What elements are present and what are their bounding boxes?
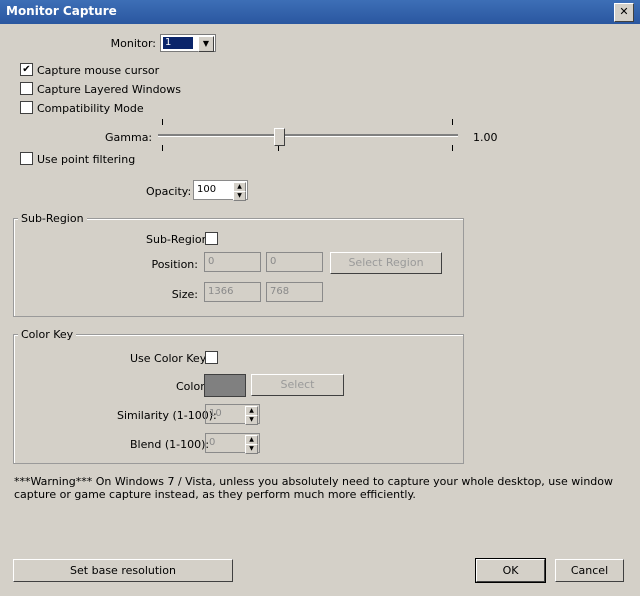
gamma-slider-track[interactable]	[158, 134, 458, 137]
slider-tick	[452, 119, 453, 125]
position-x-field[interactable]: 0	[204, 252, 261, 272]
sub-region-checkbox[interactable]	[205, 232, 218, 245]
select-region-button[interactable]: Select Region	[330, 252, 442, 274]
opacity-label: Opacity:	[146, 185, 192, 198]
close-icon: ✕	[619, 5, 629, 18]
blend-label: Blend (1-100):	[130, 438, 210, 451]
spin-down-icon[interactable]: ▼	[245, 444, 258, 454]
blend-spinbox[interactable]: 0 ▲ ▼	[205, 433, 260, 454]
use-color-key-label: Use Color Key:	[130, 352, 210, 365]
set-base-resolution-button[interactable]: Set base resolution	[13, 559, 233, 582]
width-field[interactable]: 1366	[204, 282, 261, 302]
color-key-group-label: Color Key	[18, 328, 77, 341]
warning-text: ***Warning*** On Windows 7 / Vista, unle…	[14, 475, 613, 501]
monitor-value: 1	[163, 37, 193, 49]
gamma-slider-thumb[interactable]	[274, 128, 285, 146]
use-color-key-checkbox[interactable]	[205, 351, 218, 364]
cancel-button[interactable]: Cancel	[555, 559, 624, 582]
capture-mouse-label: Capture mouse cursor	[37, 64, 160, 77]
slider-tick	[162, 119, 163, 125]
point-filtering-checkbox[interactable]	[20, 152, 33, 165]
slider-tick	[162, 145, 163, 151]
compatibility-label: Compatibility Mode	[37, 102, 144, 115]
similarity-label: Similarity (1-100):	[117, 409, 217, 422]
slider-tick	[452, 145, 453, 151]
gamma-value: 1.00	[473, 131, 498, 144]
similarity-spinbox[interactable]: 10 ▲ ▼	[205, 404, 260, 425]
opacity-spinbox[interactable]: 100 ▲ ▼	[193, 180, 248, 201]
color-select-button[interactable]: Select	[251, 374, 344, 396]
height-field[interactable]: 768	[266, 282, 323, 302]
close-button[interactable]: ✕	[614, 3, 634, 22]
monitor-select[interactable]: 1 ▼	[160, 34, 216, 52]
opacity-value: 100	[197, 184, 217, 195]
position-y-field[interactable]: 0	[266, 252, 323, 272]
spin-down-icon[interactable]: ▼	[233, 191, 246, 201]
monitor-label: Monitor:	[110, 37, 156, 50]
capture-layered-checkbox[interactable]	[20, 82, 33, 95]
ok-button[interactable]: OK	[475, 558, 546, 583]
gamma-label: Gamma:	[105, 131, 153, 144]
sub-region-group-label: Sub-Region	[18, 212, 87, 225]
point-filtering-label: Use point filtering	[37, 153, 136, 166]
color-label: Color	[176, 380, 205, 393]
spin-down-icon[interactable]: ▼	[245, 415, 258, 425]
position-label: Position:	[151, 258, 198, 271]
chevron-down-icon[interactable]: ▼	[198, 36, 214, 52]
capture-layered-label: Capture Layered Windows	[37, 83, 182, 96]
capture-mouse-checkbox[interactable]: ✔	[20, 63, 33, 76]
size-label: Size:	[171, 288, 198, 301]
window-title: Monitor Capture	[6, 4, 117, 18]
color-swatch[interactable]	[204, 374, 246, 397]
similarity-value: 10	[209, 408, 222, 419]
blend-value: 0	[209, 437, 216, 448]
compatibility-checkbox[interactable]	[20, 101, 33, 114]
sub-region-enable-label: Sub-Region	[146, 233, 209, 246]
